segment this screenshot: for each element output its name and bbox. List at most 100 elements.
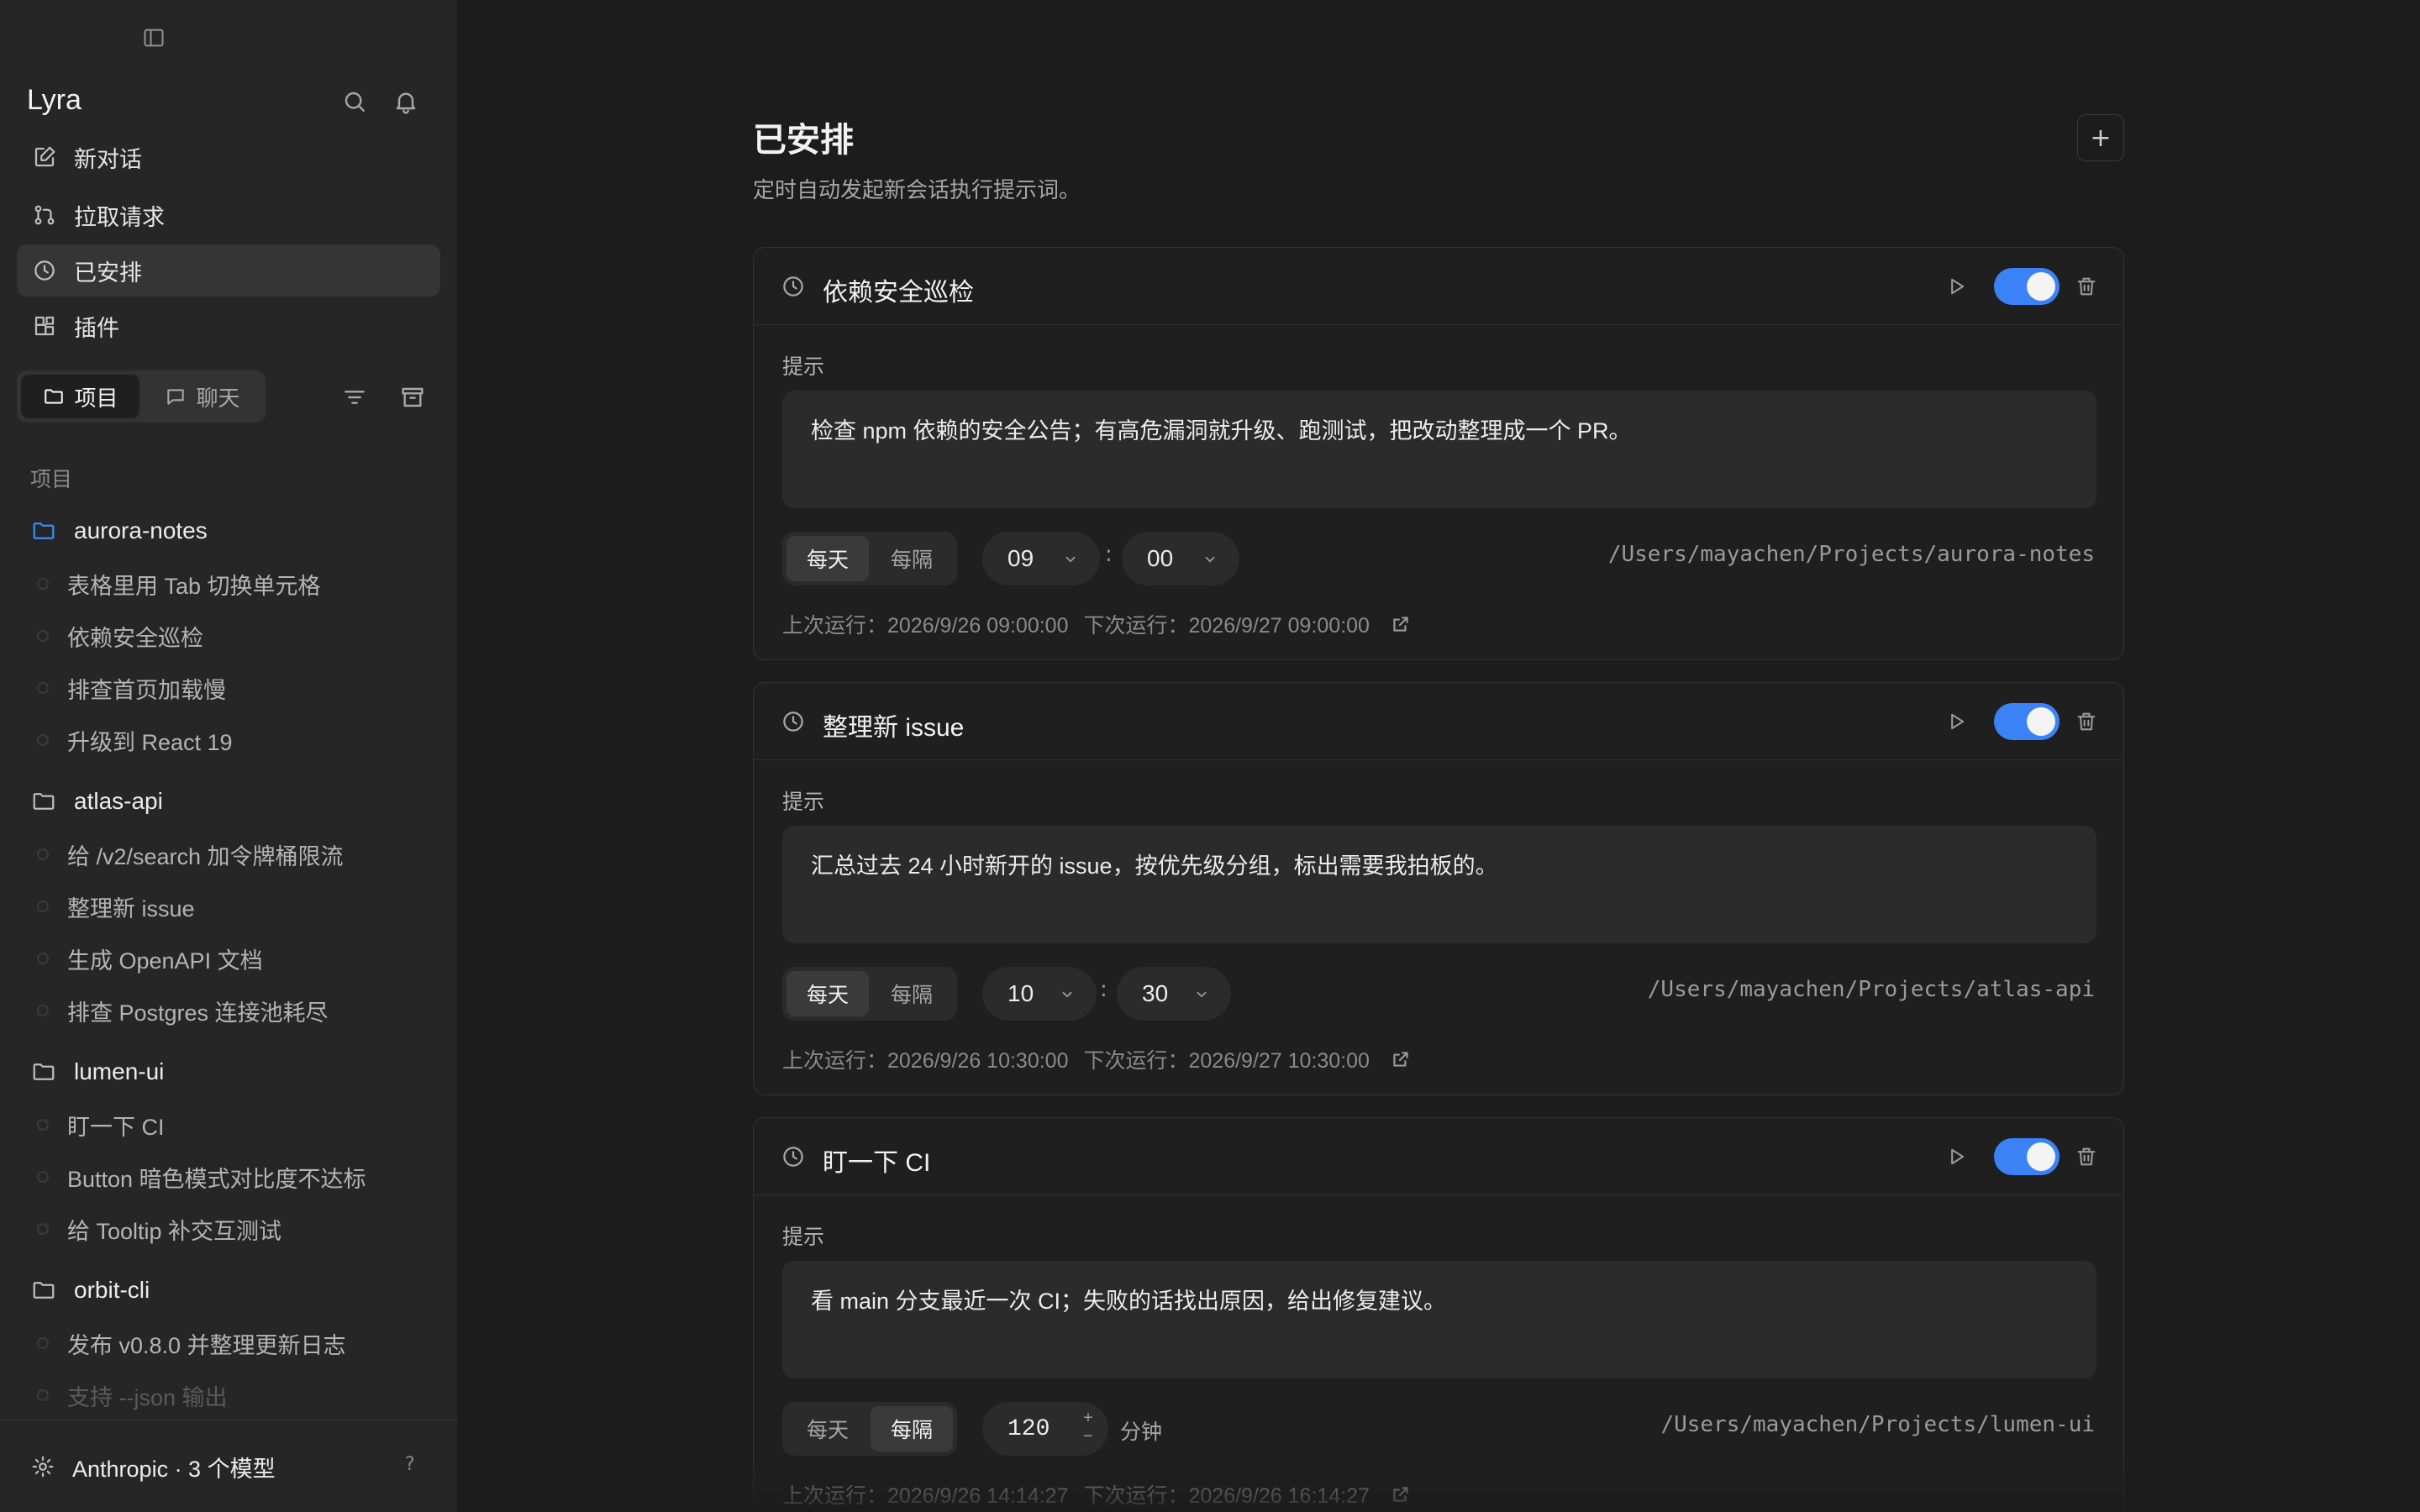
- sidebar-toggle-icon[interactable]: [142, 26, 166, 50]
- trash-icon[interactable]: [2075, 275, 2098, 298]
- project-name: atlas-api: [74, 788, 163, 814]
- nav-label: 拉取请求: [74, 204, 165, 231]
- nav-scheduled[interactable]: 已安排: [17, 244, 440, 297]
- project-item[interactable]: aurora-notes: [0, 504, 457, 558]
- next-run: 下次运行：2026/9/27 10:30:00: [1083, 1049, 1370, 1073]
- thread-item[interactable]: 给 Tooltip 补交互测试: [0, 1203, 457, 1255]
- folder-icon: [30, 788, 57, 815]
- minute-select[interactable]: 30: [1117, 967, 1231, 1021]
- gear-icon[interactable]: [30, 1454, 55, 1479]
- status-dot: [37, 1005, 49, 1016]
- thread-item[interactable]: 排查首页加载慢: [0, 662, 457, 714]
- enable-toggle[interactable]: [1994, 703, 2060, 740]
- tab-label: 项目: [74, 386, 118, 412]
- tab-chats[interactable]: 聊天: [143, 375, 261, 418]
- prompt-label: 提示: [782, 354, 825, 379]
- bell-icon[interactable]: [392, 88, 419, 115]
- external-link-icon[interactable]: [1390, 1483, 1412, 1505]
- thread-item[interactable]: 排查 Postgres 连接池耗尽: [0, 984, 457, 1037]
- project-item[interactable]: atlas-api: [0, 774, 457, 828]
- status-dot: [37, 630, 49, 642]
- thread-title: Button 暗色模式对比度不达标: [67, 1166, 366, 1192]
- schedule-card: 盯一下 CI 提示 看 main 分支最近一次 CI；失败的话找出原因，给出修复…: [753, 1117, 2124, 1512]
- prompt-input[interactable]: 看 main 分支最近一次 CI；失败的话找出原因，给出修复建议。: [782, 1261, 2096, 1378]
- archive-icon[interactable]: [399, 384, 426, 411]
- project-path: /Users/mayachen/Projects/lumen-ui: [1660, 1412, 2095, 1437]
- project-name: orbit-cli: [74, 1277, 150, 1303]
- model-provider-label[interactable]: Anthropic · 3 个模型: [72, 1451, 276, 1483]
- stepper-icon[interactable]: + −: [1083, 1410, 1093, 1447]
- enable-toggle[interactable]: [1994, 1138, 2060, 1175]
- project-name: lumen-ui: [74, 1058, 165, 1084]
- help-button[interactable]: ?: [405, 1454, 415, 1475]
- hour-value: 09: [1007, 545, 1034, 571]
- hour-select[interactable]: 10: [982, 967, 1097, 1021]
- last-run: 上次运行：2026/9/26 10:30:00: [782, 1049, 1069, 1073]
- chevron-down-icon: [1194, 987, 1209, 1002]
- last-run: 上次运行：2026/9/26 09:00:00: [782, 614, 1069, 638]
- freq-interval-button[interactable]: 每隔: [871, 971, 953, 1016]
- frequency-switch: 每天 每隔: [782, 967, 957, 1021]
- run-info: 上次运行：2026/9/26 10:30:00 下次运行：2026/9/27 1…: [782, 1044, 1412, 1074]
- sidebar-footer: Anthropic · 3 个模型 ?: [0, 1420, 457, 1512]
- hour-value: 10: [1007, 980, 1034, 1006]
- add-schedule-button[interactable]: +: [2077, 114, 2124, 161]
- freq-daily-button[interactable]: 每天: [786, 1406, 869, 1452]
- status-dot: [37, 682, 49, 694]
- project-item[interactable]: orbit-cli: [0, 1263, 457, 1317]
- folder-icon: [30, 1277, 57, 1304]
- play-icon[interactable]: [1945, 275, 1969, 298]
- thread-item[interactable]: 支持 --json 输出: [0, 1369, 457, 1411]
- thread-title: 给 Tooltip 补交互测试: [67, 1218, 282, 1244]
- thread-item[interactable]: 整理新 issue: [0, 880, 457, 932]
- nav-pull-requests[interactable]: 拉取请求: [17, 189, 440, 241]
- prompt-input[interactable]: 检查 npm 依赖的安全公告；有高危漏洞就升级、跑测试，把改动整理成一个 PR。: [782, 391, 2096, 508]
- thread-item[interactable]: 发布 v0.8.0 并整理更新日志: [0, 1317, 457, 1369]
- external-link-icon[interactable]: [1390, 1048, 1412, 1070]
- freq-daily-button[interactable]: 每天: [786, 536, 869, 581]
- filter-icon[interactable]: [341, 384, 368, 411]
- card-header: 盯一下 CI: [754, 1118, 2123, 1195]
- play-icon[interactable]: [1945, 710, 1969, 733]
- thread-item[interactable]: 盯一下 CI: [0, 1099, 457, 1151]
- next-run: 下次运行：2026/9/27 09:00:00: [1083, 614, 1370, 638]
- thread-item[interactable]: Button 暗色模式对比度不达标: [0, 1151, 457, 1203]
- nav-label: 新对话: [74, 146, 142, 173]
- trash-icon[interactable]: [2075, 1145, 2098, 1168]
- search-icon[interactable]: [341, 88, 368, 115]
- thread-item[interactable]: 给 /v2/search 加令牌桶限流: [0, 828, 457, 880]
- external-link-icon[interactable]: [1390, 613, 1412, 635]
- thread-item[interactable]: 升级到 React 19: [0, 714, 457, 766]
- tab-projects[interactable]: 项目: [21, 375, 139, 418]
- status-dot: [37, 1337, 49, 1349]
- freq-daily-button[interactable]: 每天: [786, 971, 869, 1016]
- project-tree: aurora-notes 表格里用 Tab 切换单元格 依赖安全巡检 排查首页加…: [0, 504, 457, 1411]
- nav-label: 插件: [74, 315, 119, 342]
- nav-new-chat[interactable]: 新对话: [17, 131, 440, 183]
- folder-icon: [30, 517, 57, 544]
- app-brand: Lyra: [27, 84, 82, 116]
- play-icon[interactable]: [1945, 1145, 1969, 1168]
- freq-interval-button[interactable]: 每隔: [871, 1406, 953, 1452]
- thread-item[interactable]: 生成 OpenAPI 文档: [0, 932, 457, 984]
- nav-plugins[interactable]: 插件: [17, 300, 440, 352]
- thread-item[interactable]: 表格里用 Tab 切换单元格: [0, 558, 457, 610]
- thread-item[interactable]: 依赖安全巡检: [0, 610, 457, 662]
- minute-select[interactable]: 00: [1122, 532, 1239, 585]
- enable-toggle[interactable]: [1994, 268, 2060, 305]
- last-run: 上次运行：2026/9/26 14:14:27: [782, 1484, 1069, 1508]
- project-item[interactable]: lumen-ui: [0, 1045, 457, 1099]
- plugin-icon: [30, 312, 59, 340]
- thread-title: 发布 v0.8.0 并整理更新日志: [67, 1332, 346, 1358]
- time-separator: :: [1105, 542, 1113, 567]
- chevron-down-icon: [1202, 552, 1218, 567]
- freq-interval-button[interactable]: 每隔: [871, 536, 953, 581]
- trash-icon[interactable]: [2075, 710, 2098, 733]
- chevron-down-icon: [1060, 987, 1075, 1002]
- schedule-card: 整理新 issue 提示 汇总过去 24 小时新开的 issue，按优先级分组，…: [753, 682, 2124, 1095]
- project-name: aurora-notes: [74, 517, 208, 543]
- nav-label: 已安排: [74, 260, 142, 286]
- prompt-input[interactable]: 汇总过去 24 小时新开的 issue，按优先级分组，标出需要我拍板的。: [782, 826, 2096, 943]
- interval-input[interactable]: 120 + −: [982, 1402, 1108, 1456]
- hour-select[interactable]: 09: [982, 532, 1100, 585]
